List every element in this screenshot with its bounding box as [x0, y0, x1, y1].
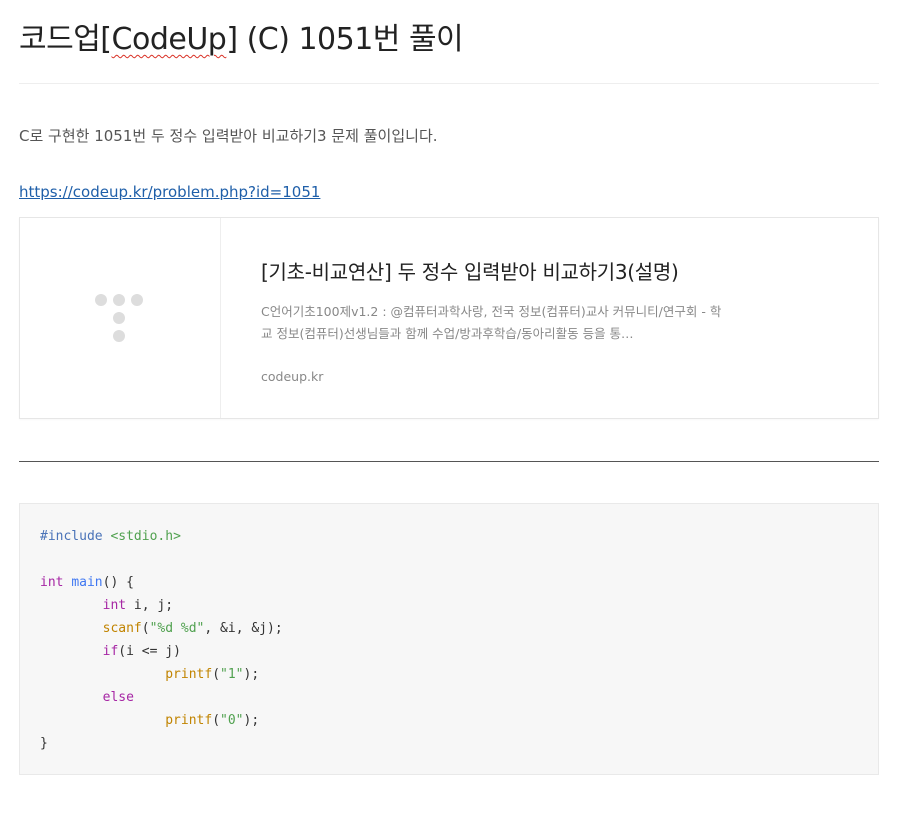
code-line: scanf("%d %d", &i, &j); [102, 621, 283, 636]
post-container: 코드업[CodeUp] (C) 1051번 풀이 C로 구현한 1051번 두 … [19, 0, 879, 775]
intro-text: C로 구현한 1051번 두 정수 입력받아 비교하기3 문제 풀이입니다. [19, 127, 438, 145]
link-preview-description: C언어기초100제v1.2 : @컴퓨터과학사랑, 전국 정보(컴퓨터)교사 커… [261, 304, 722, 341]
link-preview-thumbnail [20, 218, 221, 418]
code-line: int i, j; [102, 598, 174, 613]
code-line: #include <stdio.h> [40, 529, 181, 544]
spellcheck-word: CodeUp [111, 22, 227, 57]
dots-logo-icon [95, 294, 143, 342]
problem-link[interactable]: https://codeup.kr/problem.php?id=1051 [19, 183, 320, 201]
link-preview-card[interactable]: [기초-비교연산] 두 정수 입력받아 비교하기3(설명) C언어기초100제v… [19, 217, 879, 419]
code-line: } [40, 736, 48, 751]
post-header: 코드업[CodeUp] (C) 1051번 풀이 [19, 0, 879, 84]
horizontal-rule [19, 461, 879, 462]
code-line: printf("1"); [165, 667, 260, 682]
post-title: 코드업[CodeUp] (C) 1051번 풀이 [19, 22, 464, 57]
code-block: #include <stdio.h> int main() { int i, j… [19, 503, 879, 775]
code-line: int main() { [40, 575, 134, 590]
code-line: if(i <= j) [102, 644, 181, 659]
link-preview-domain: codeup.kr [261, 369, 324, 384]
code-line: printf("0"); [165, 713, 260, 728]
link-preview-body: [기초-비교연산] 두 정수 입력받아 비교하기3(설명) C언어기초100제v… [261, 256, 731, 384]
code-line: else [102, 690, 134, 705]
link-preview-title: [기초-비교연산] 두 정수 입력받아 비교하기3(설명) [261, 260, 679, 284]
